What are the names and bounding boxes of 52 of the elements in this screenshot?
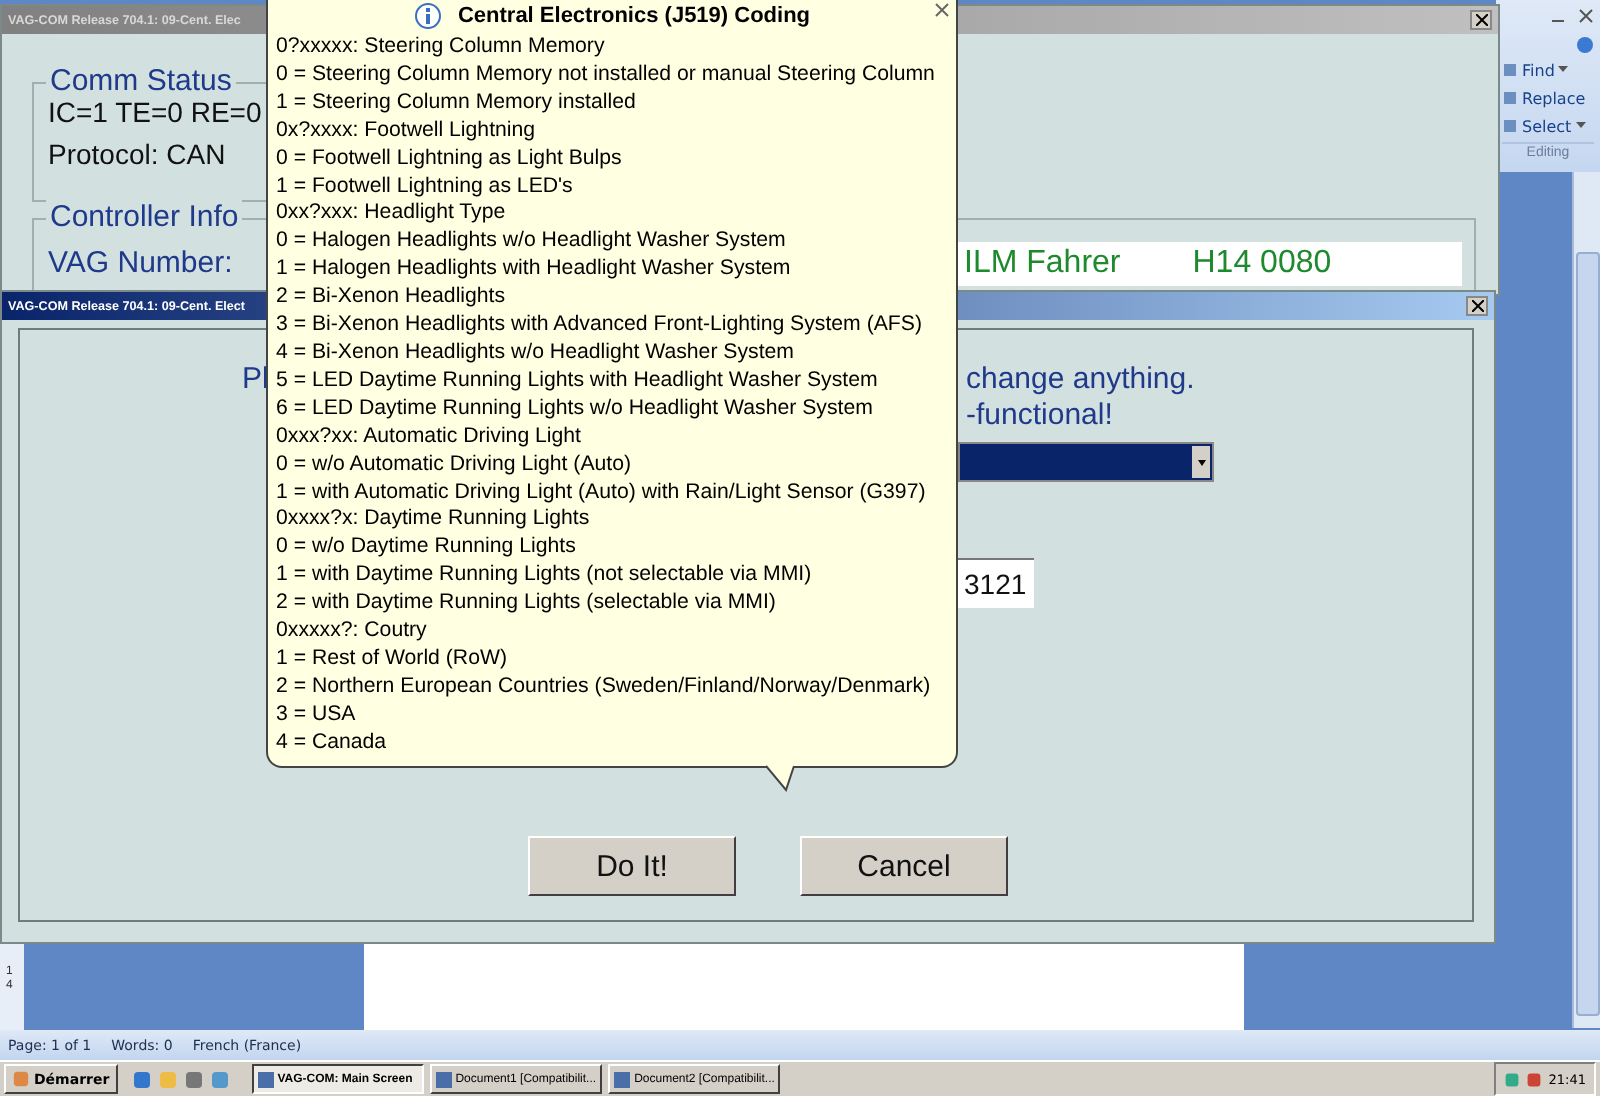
- tooltip-line: 0x?xxxx: Footwell Lightning: [276, 117, 538, 146]
- tooltip-line: 1 = Rest of World (RoW): [276, 645, 509, 674]
- close-button[interactable]: [1466, 296, 1488, 316]
- tooltip-line: 1 = Halogen Headlights with Headlight Washer System: [276, 256, 793, 285]
- ribbon-button[interactable]: Replace: [1502, 86, 1594, 110]
- info-icon: [413, 2, 442, 30]
- app-icon: [614, 1071, 631, 1087]
- tooltip-line: 0 = Footwell Lightning as Light Bulps: [276, 145, 624, 174]
- help-icon[interactable]: [1576, 36, 1594, 54]
- field-label: VAG Number:: [48, 246, 233, 280]
- tooltip-line: 1 = with Automatic Driving Light (Auto) with Rain/Light Sensor (G397): [276, 479, 928, 507]
- ribbon-button[interactable]: Find: [1502, 58, 1594, 82]
- tooltip-line: 0xx?xxx: Headlight Type: [276, 200, 508, 229]
- coding-field[interactable]: 3121: [958, 558, 1034, 608]
- scrollbar[interactable]: [1572, 172, 1600, 1028]
- tooltip-line: 5 = LED Daytime Running Lights with Headlight Washer System: [276, 367, 880, 396]
- warning-text: -functional!: [966, 398, 1113, 432]
- protocol-label: Protocol: CAN: [48, 138, 226, 170]
- app-icon: [435, 1071, 452, 1087]
- tooltip-line: 2 = with Daytime Running Lights (selectable via MMI): [276, 590, 778, 619]
- close-icon[interactable]: [1578, 8, 1594, 24]
- version-number: H14 0080: [1192, 246, 1332, 282]
- tooltip-line: 1 = Steering Column Memory installed: [276, 89, 638, 118]
- tooltip-line: 1 = Footwell Lightning as LED's: [276, 173, 575, 201]
- tooltip-line: 0xxxxx?: Coutry: [276, 618, 429, 646]
- tooltip-line: 0xxx?xx: Automatic Driving Light: [276, 423, 583, 452]
- tooltip-line: 0 = w/o Daytime Running Lights: [276, 534, 578, 563]
- component-name: ILM Fahrer: [964, 246, 1121, 282]
- tooltip-title: Central Electronics (J519) Coding: [457, 4, 811, 28]
- tooltip-line: 0?xxxxx: Steering Column Memory: [276, 34, 607, 62]
- tooltip-line: 0 = Steering Column Memory not installed or manual Steering Column: [276, 61, 937, 90]
- status-counters: IC=1 TE=0 RE=0: [48, 96, 262, 128]
- tooltip-line: 6 = LED Daytime Running Lights w/o Headlight Washer System: [276, 395, 875, 424]
- warning-text: change anything.: [966, 362, 1195, 396]
- tooltip-line: 2 = Bi-Xenon Headlights: [276, 284, 508, 313]
- tooltip-line: 3 = USA: [276, 701, 358, 730]
- tooltip-line: 3 = Bi-Xenon Headlights with Advanced Front-Lighting System (AFS): [276, 312, 924, 340]
- dialog-button[interactable]: Cancel: [800, 836, 1008, 896]
- tooltip-line: 4 = Canada: [276, 729, 389, 758]
- close-icon[interactable]: [934, 2, 950, 18]
- dropdown[interactable]: [958, 442, 1214, 482]
- tooltip-line: 0 = Halogen Headlights w/o Headlight Washer System: [276, 228, 788, 257]
- app-icon: [257, 1071, 274, 1087]
- close-button[interactable]: [1470, 10, 1492, 30]
- tooltip-line: 2 = Northern European Countries (Sweden/Finland/Norway/Denmark): [276, 673, 933, 702]
- ribbon-button[interactable]: Select: [1502, 114, 1594, 138]
- tooltip-line: 1 = with Daytime Running Lights (not selectable via MMI): [276, 562, 814, 591]
- tooltip-line: 4 = Bi-Xenon Headlights w/o Headlight Washer System: [276, 339, 796, 368]
- tooltip-line: 0xxxx?x: Daytime Running Lights: [276, 506, 592, 535]
- dialog-button[interactable]: Do It!: [528, 836, 736, 896]
- tooltip-line: 0 = w/o Automatic Driving Light (Auto): [276, 451, 634, 479]
- caret-icon: [1197, 459, 1205, 465]
